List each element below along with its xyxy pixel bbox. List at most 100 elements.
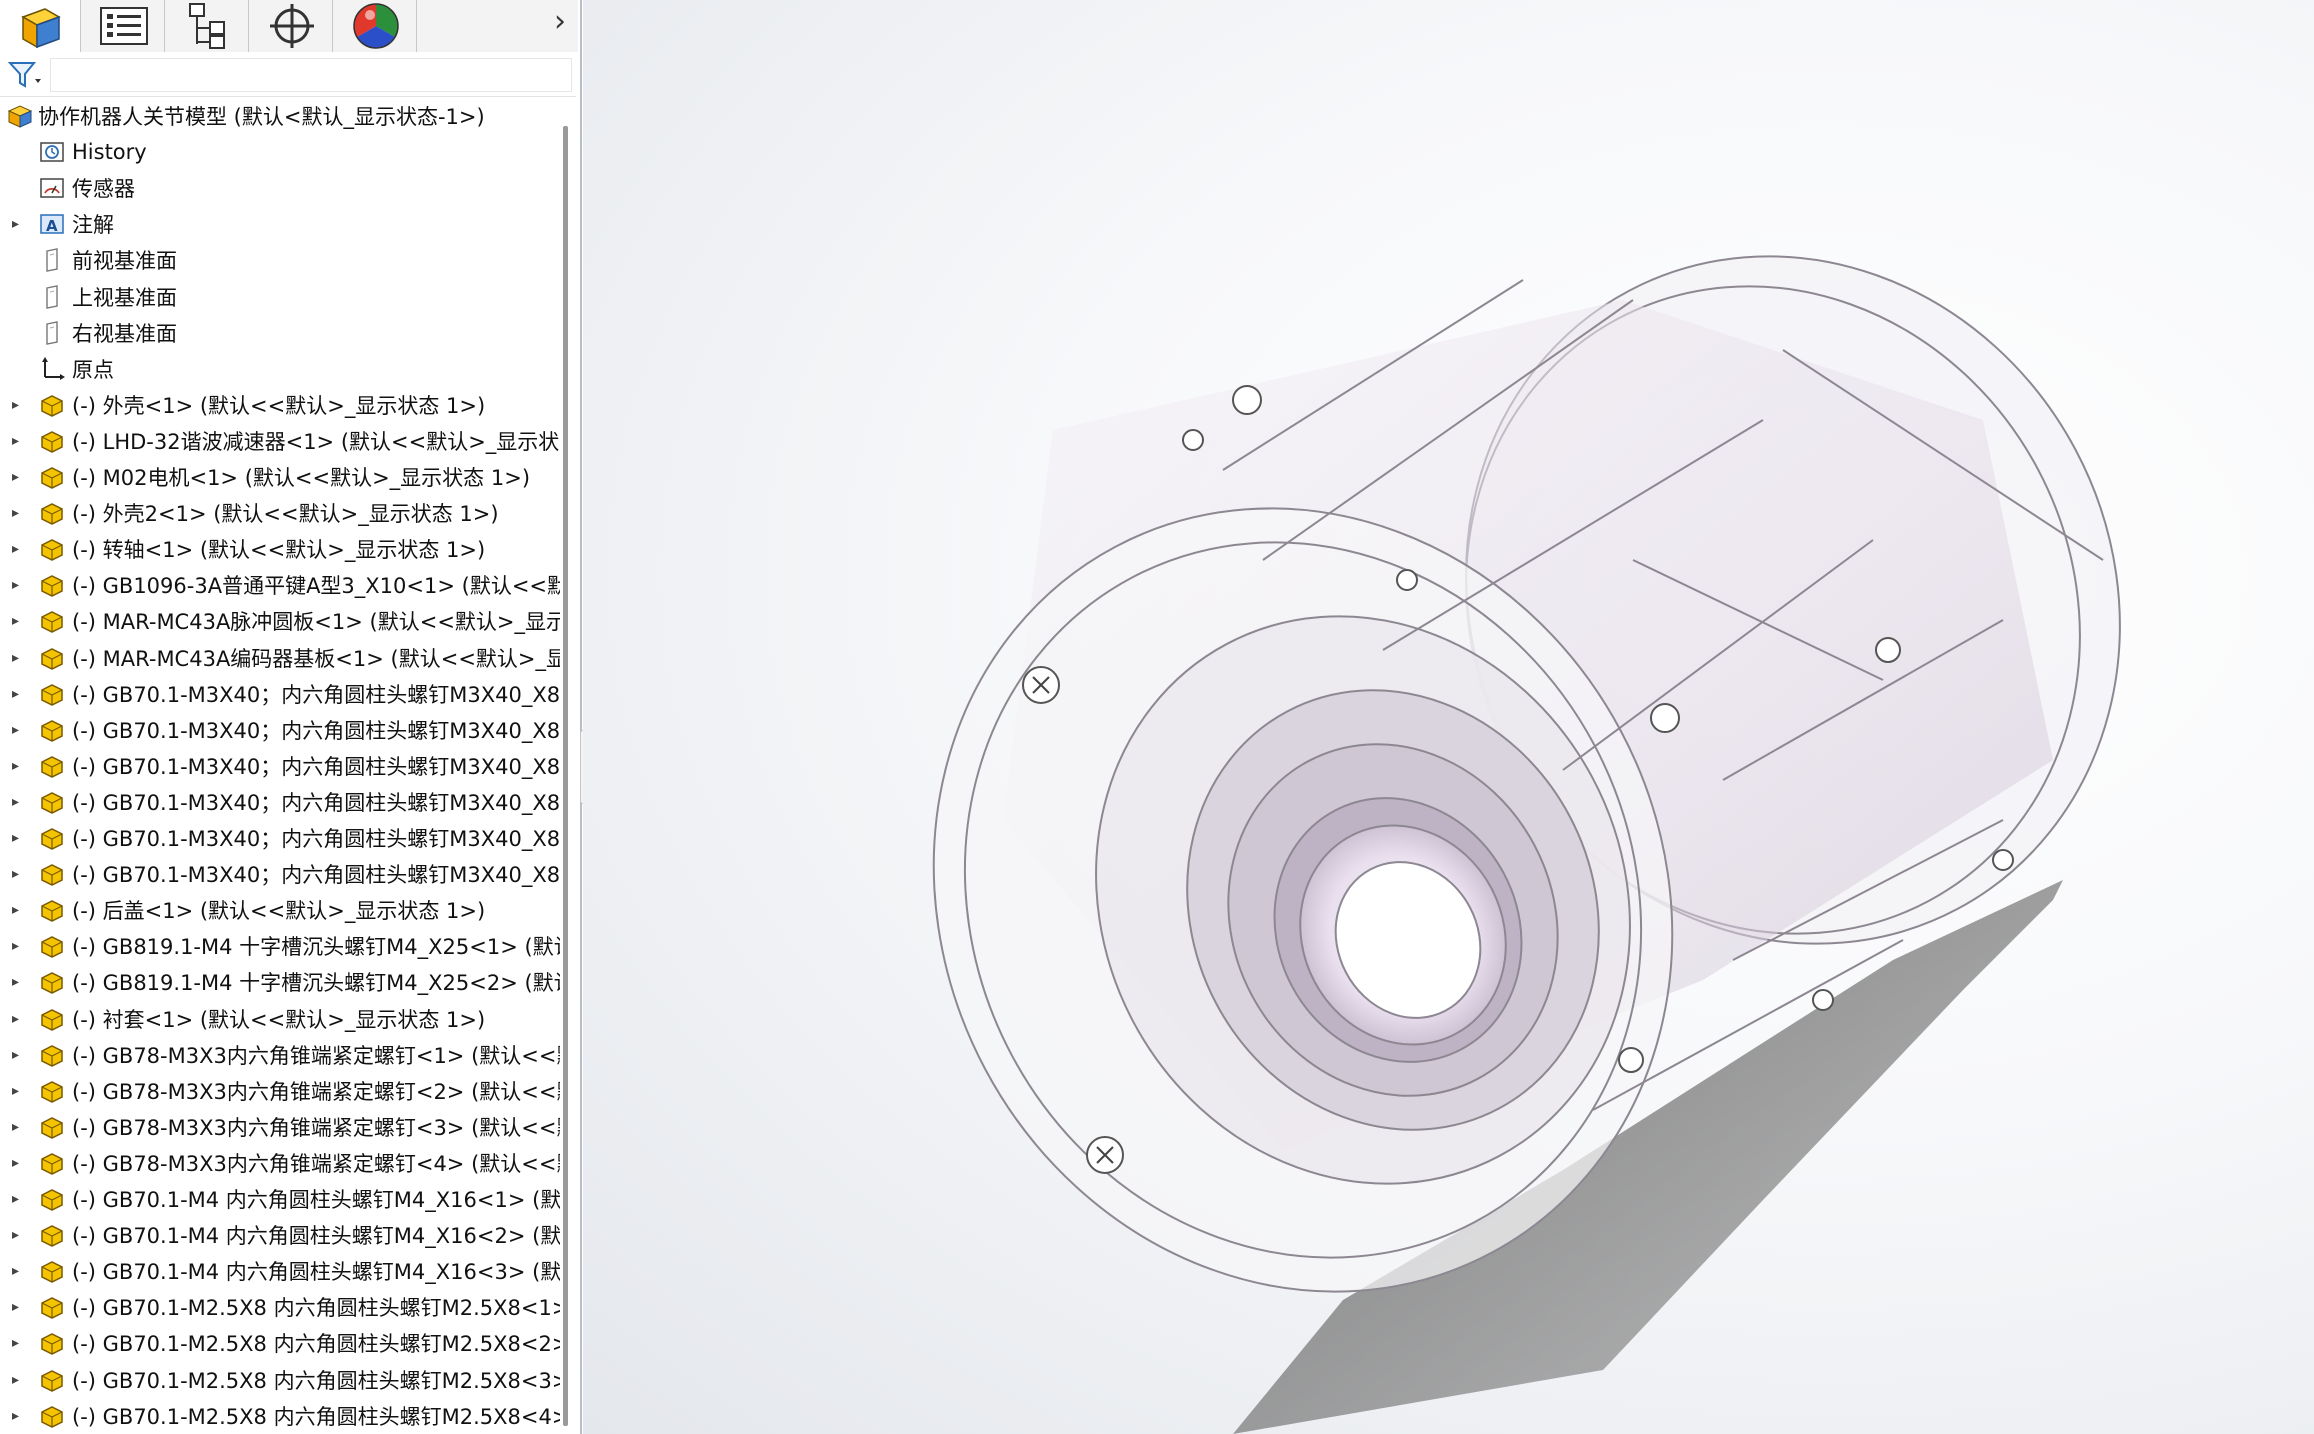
tree-filter-input[interactable]: [50, 58, 572, 92]
part-icon: [38, 968, 66, 996]
tree-item[interactable]: 传感器: [0, 170, 560, 206]
tree-item[interactable]: ▸ (-) GB78-M3X3内六角锥端紧定螺钉<1> (默认<<默: [0, 1037, 560, 1073]
tree-item-label: (-) GB70.1-M3X40；内六角圆柱头螺钉M3X40_X8: [72, 827, 560, 851]
expand-arrow-icon[interactable]: ▸: [12, 902, 19, 918]
expand-arrow-icon[interactable]: ▸: [12, 686, 19, 702]
tree-item-label: 右视基准面: [72, 321, 177, 346]
expand-arrow-icon[interactable]: ▸: [12, 830, 19, 846]
tree-item[interactable]: ▸ (-) 外壳<1> (默认<<默认>_显示状态 1>): [0, 387, 560, 423]
tree-item[interactable]: ▸ (-) LHD-32谐波减速器<1> (默认<<默认>_显示状态: [0, 423, 560, 459]
tree-item[interactable]: ▸ (-) GB1096-3A普通平键A型3_X10<1> (默认<<默认: [0, 567, 560, 603]
feature-manager-icon: [21, 8, 61, 49]
expand-arrow-icon[interactable]: ▸: [12, 650, 19, 666]
expand-arrow-icon[interactable]: ▸: [12, 397, 19, 413]
part-icon: [38, 427, 66, 455]
tree-item[interactable]: ▸ (-) GB70.1-M4 内六角圆柱头螺钉M4_X16<2> (默认: [0, 1217, 560, 1253]
toolbar-more-chevron-icon[interactable]: ›: [554, 4, 566, 39]
tree-item[interactable]: ▸ (-) GB78-M3X3内六角锥端紧定螺钉<4> (默认<<默: [0, 1145, 560, 1181]
tree-item[interactable]: 上视基准面: [0, 279, 560, 315]
tree-item[interactable]: 原点: [0, 351, 560, 387]
tree-item[interactable]: ▸ (-) GB70.1-M3X40；内六角圆柱头螺钉M3X40_X8: [0, 784, 560, 820]
property-manager-icon: [100, 7, 148, 45]
tree-item-label: History: [72, 140, 147, 165]
tree-scrollbar[interactable]: [563, 126, 568, 1426]
expand-arrow-icon[interactable]: ▸: [12, 577, 19, 593]
part-icon: [38, 1293, 66, 1321]
tree-item[interactable]: ▸ (-) GB78-M3X3内六角锥端紧定螺钉<2> (默认<<默: [0, 1073, 560, 1109]
expand-arrow-icon[interactable]: ▸: [12, 866, 19, 882]
tab-configuration-manager[interactable]: [168, 0, 249, 52]
tree-item[interactable]: ▸ A 注解: [0, 206, 560, 242]
tree-item[interactable]: ▸ (-) GB70.1-M3X40；内六角圆柱头螺钉M3X40_X8: [0, 856, 560, 892]
part-icon: [38, 1329, 66, 1357]
tree-item[interactable]: ▸ (-) 外壳2<1> (默认<<默认>_显示状态 1>): [0, 495, 560, 531]
expand-arrow-icon[interactable]: ▸: [12, 1299, 19, 1315]
tree-item-label: (-) GB78-M3X3内六角锥端紧定螺钉<2> (默认<<默: [72, 1079, 560, 1104]
expand-arrow-icon[interactable]: ▸: [12, 216, 19, 232]
tree-root-assembly[interactable]: 协作机器人关节模型 (默认<默认_显示状态-1>): [0, 98, 560, 134]
expand-arrow-icon[interactable]: ▸: [12, 613, 19, 629]
expand-arrow-icon[interactable]: ▸: [12, 1155, 19, 1171]
robot-joint-3d-model[interactable]: [583, 0, 2314, 1434]
expand-arrow-icon[interactable]: ▸: [12, 1227, 19, 1243]
expand-arrow-icon[interactable]: ▸: [12, 1408, 19, 1424]
expand-arrow-icon[interactable]: ▸: [12, 794, 19, 810]
expand-arrow-icon[interactable]: ▸: [12, 938, 19, 954]
expand-arrow-icon[interactable]: ▸: [12, 722, 19, 738]
expand-arrow-icon[interactable]: ▸: [12, 974, 19, 990]
tree-item[interactable]: ▸ (-) GB70.1-M3X40；内六角圆柱头螺钉M3X40_X8: [0, 820, 560, 856]
expand-arrow-icon[interactable]: ▸: [12, 1011, 19, 1027]
tree-item[interactable]: 前视基准面: [0, 242, 560, 278]
tree-item[interactable]: ▸ (-) GB78-M3X3内六角锥端紧定螺钉<3> (默认<<默: [0, 1109, 560, 1145]
tree-item[interactable]: ▸ (-) 衬套<1> (默认<<默认>_显示状态 1>): [0, 1001, 560, 1037]
tree-item[interactable]: ▸ (-) MAR-MC43A脉冲圆板<1> (默认<<默认>_显示: [0, 603, 560, 639]
expand-arrow-icon[interactable]: ▸: [12, 1083, 19, 1099]
tree-item[interactable]: ▸ (-) GB70.1-M2.5X8 内六角圆柱头螺钉M2.5X8<3>: [0, 1362, 560, 1398]
tab-display-manager[interactable]: [336, 0, 417, 52]
expand-arrow-icon[interactable]: ▸: [12, 1119, 19, 1135]
expand-arrow-icon[interactable]: ▸: [12, 469, 19, 485]
expand-arrow-icon[interactable]: ▸: [12, 1372, 19, 1388]
tree-item-label: (-) 外壳2<1> (默认<<默认>_显示状态 1>): [72, 502, 499, 527]
configuration-manager-icon: [189, 3, 225, 49]
expand-arrow-icon[interactable]: ▸: [12, 433, 19, 449]
expand-arrow-icon[interactable]: ▸: [12, 758, 19, 774]
expand-arrow-icon[interactable]: ▸: [12, 541, 19, 557]
part-icon: [38, 463, 66, 491]
expand-arrow-icon[interactable]: ▸: [12, 1047, 19, 1063]
tree-item-label: (-) M02电机<1> (默认<<默认>_显示状态 1>): [72, 466, 531, 490]
tree-item[interactable]: ▸ (-) 后盖<1> (默认<<默认>_显示状态 1>): [0, 892, 560, 928]
expand-arrow-icon[interactable]: ▸: [12, 505, 19, 521]
tree-item[interactable]: ▸ (-) GB70.1-M3X40；内六角圆柱头螺钉M3X40_X8: [0, 748, 560, 784]
tree-item[interactable]: ▸ (-) GB70.1-M3X40；内六角圆柱头螺钉M3X40_X8: [0, 712, 560, 748]
expand-arrow-icon[interactable]: ▸: [12, 1263, 19, 1279]
tree-item[interactable]: ▸ (-) GB70.1-M2.5X8 内六角圆柱头螺钉M2.5X8<2>: [0, 1325, 560, 1361]
tree-item[interactable]: ▸ (-) GB70.1-M2.5X8 内六角圆柱头螺钉M2.5X8<4>: [0, 1398, 560, 1434]
tree-item[interactable]: ▸ (-) M02电机<1> (默认<<默认>_显示状态 1>): [0, 459, 560, 495]
tree-item-label: (-) GB78-M3X3内六角锥端紧定螺钉<3> (默认<<默: [72, 1115, 560, 1140]
tab-property-manager[interactable]: [84, 0, 165, 52]
tab-dimxpert-manager[interactable]: [252, 0, 333, 52]
expand-arrow-icon[interactable]: ▸: [12, 1191, 19, 1207]
tree-item-label: (-) 衬套<1> (默认<<默认>_显示状态 1>): [72, 1007, 486, 1032]
part-icon: [38, 391, 66, 419]
tree-item-label: (-) GB78-M3X3内六角锥端紧定螺钉<1> (默认<<默: [72, 1043, 560, 1068]
expand-arrow-icon[interactable]: ▸: [12, 1335, 19, 1351]
filter-icon[interactable]: [8, 60, 42, 90]
tree-item-label: 前视基准面: [72, 249, 177, 274]
tree-item[interactable]: ▸ (-) 转轴<1> (默认<<默认>_显示状态 1>): [0, 531, 560, 567]
tree-item-label: (-) GB70.1-M3X40；内六角圆柱头螺钉M3X40_X8: [72, 790, 560, 815]
graphics-viewport[interactable]: [583, 0, 2314, 1434]
tree-item[interactable]: ▸ (-) GB70.1-M3X40；内六角圆柱头螺钉M3X40_X8: [0, 676, 560, 712]
tree-item-label: (-) GB1096-3A普通平键A型3_X10<1> (默认<<默认: [72, 574, 560, 599]
tree-item[interactable]: ▸ (-) GB819.1-M4 十字槽沉头螺钉M4_X25<2> (默认: [0, 964, 560, 1000]
tree-item[interactable]: ▸ (-) GB70.1-M4 内六角圆柱头螺钉M4_X16<3> (默认: [0, 1253, 560, 1289]
tree-item[interactable]: ▸ (-) GB819.1-M4 十字槽沉头螺钉M4_X25<1> (默认: [0, 928, 560, 964]
tree-item[interactable]: 右视基准面: [0, 315, 560, 351]
tree-item[interactable]: ▸ (-) GB70.1-M4 内六角圆柱头螺钉M4_X16<1> (默认: [0, 1181, 560, 1217]
tree-item[interactable]: ▸ (-) GB70.1-M2.5X8 内六角圆柱头螺钉M2.5X8<1>: [0, 1289, 560, 1325]
tree-item[interactable]: ▸ (-) MAR-MC43A编码器基板<1> (默认<<默认>_显: [0, 640, 560, 676]
tree-item[interactable]: History: [0, 134, 560, 170]
part-icon: [38, 716, 66, 744]
tab-feature-manager[interactable]: [0, 0, 81, 52]
